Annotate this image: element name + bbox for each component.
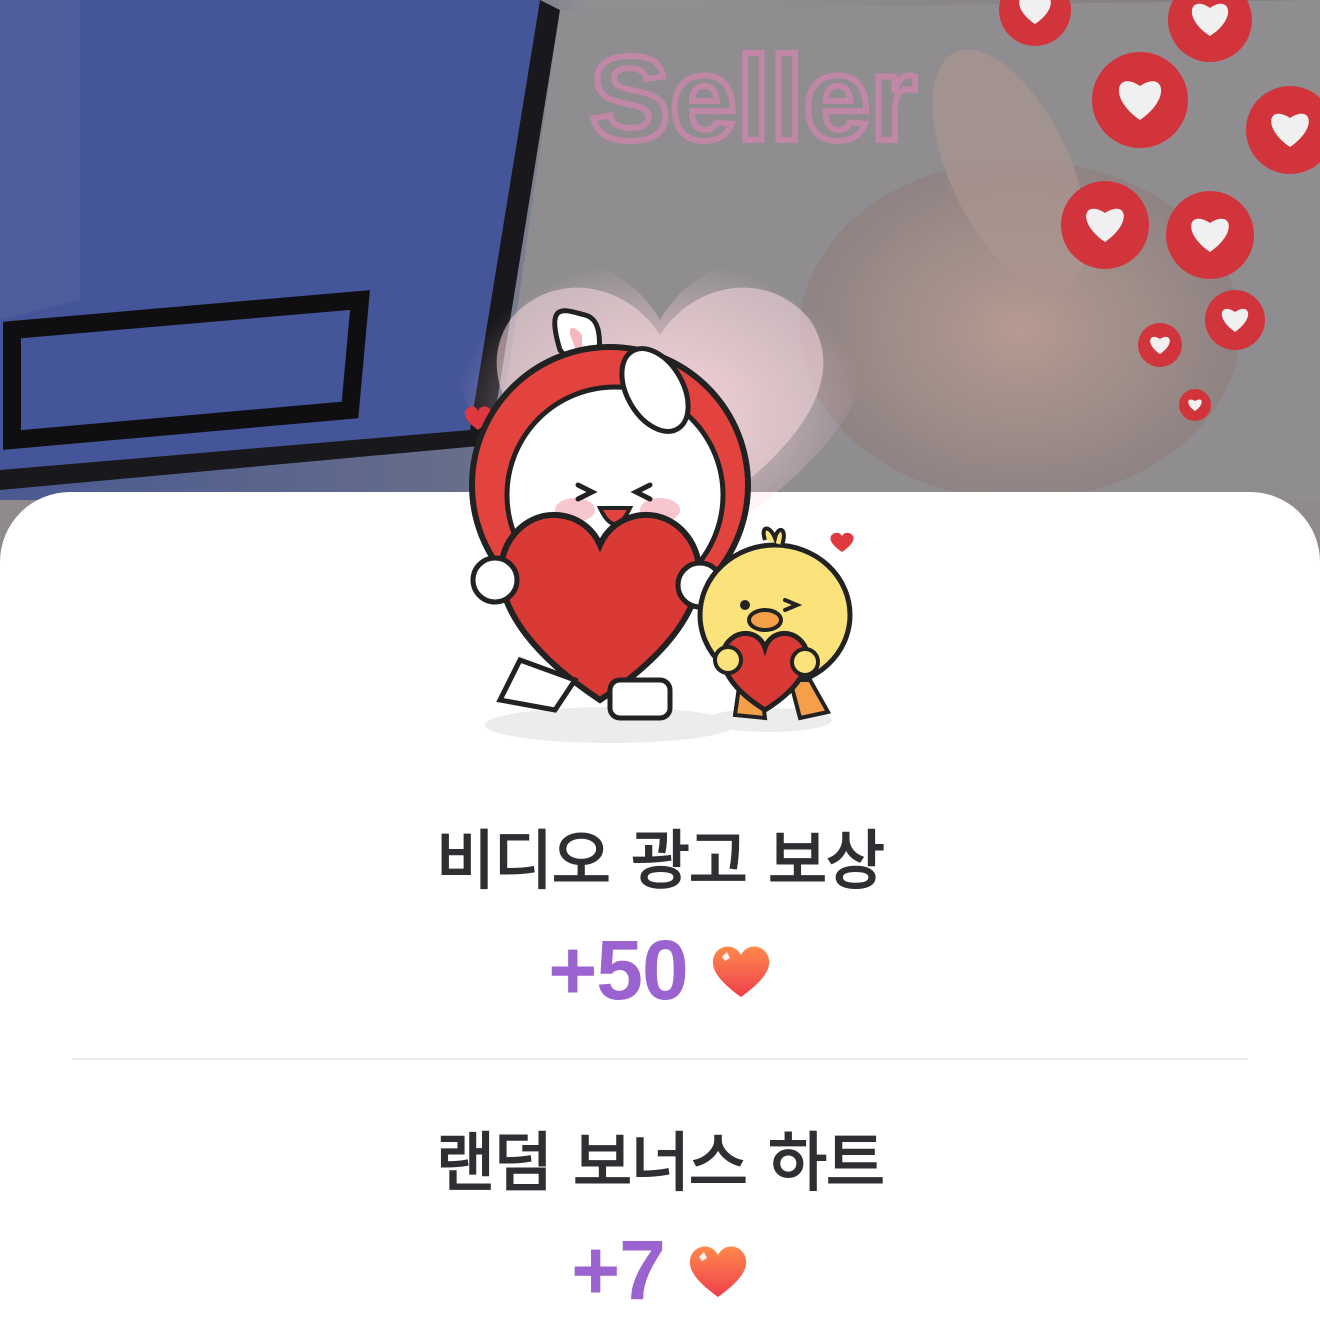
reward-amount-video-ad: +50 <box>548 923 688 1017</box>
reward-row-random-bonus: +7 <box>0 1222 1320 1319</box>
divider <box>72 1058 1248 1060</box>
reward-title-video-ad: 비디오 광고 보상 <box>436 825 885 899</box>
heart-icon <box>689 1245 747 1297</box>
reward-title-random-bonus: 랜덤 보너스 하트 <box>436 1127 885 1201</box>
reward-row-video-ad: +50 <box>0 922 1320 1019</box>
heart-icon <box>712 945 769 997</box>
reward-amount-random-bonus: +7 <box>571 1223 666 1317</box>
rabbit-and-chick-holding-hearts-icon <box>453 258 867 743</box>
